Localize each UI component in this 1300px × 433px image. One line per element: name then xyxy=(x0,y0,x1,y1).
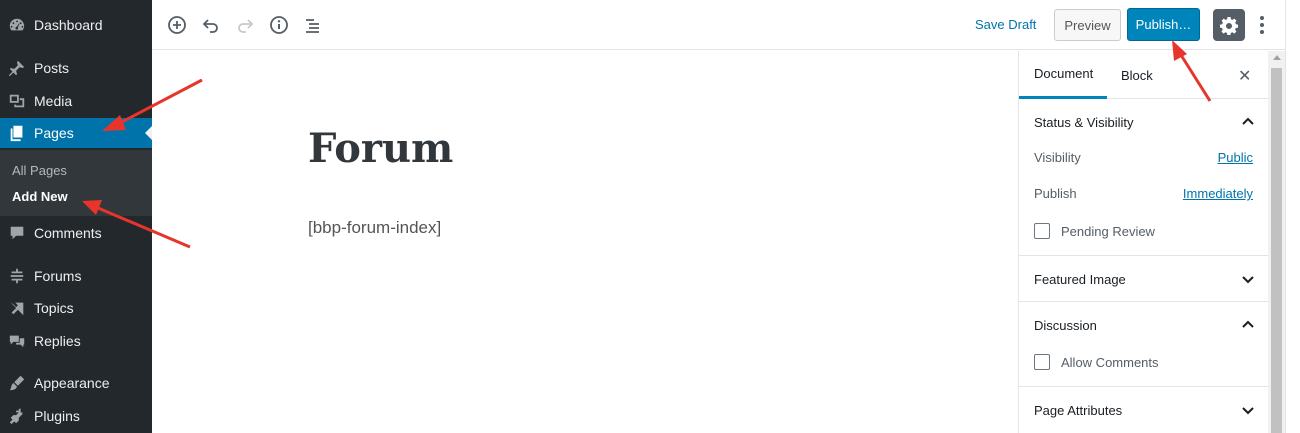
sidebar-tabs: Document Block ✕ xyxy=(1019,51,1269,99)
editor-toolbar: Save Draft Preview Publish… xyxy=(152,0,1285,50)
settings-button[interactable] xyxy=(1213,9,1245,41)
info-icon[interactable] xyxy=(267,13,291,37)
post-title[interactable]: Forum xyxy=(308,125,453,172)
submenu-add-new[interactable]: Add New xyxy=(12,189,68,204)
pages-submenu: All Pages Add New xyxy=(0,150,152,216)
visibility-label: Visibility xyxy=(1034,150,1081,165)
chevron-down-icon xyxy=(1242,407,1254,415)
more-vertical-icon xyxy=(1260,16,1264,34)
tab-block[interactable]: Block xyxy=(1121,51,1153,99)
publish-date-link[interactable]: Immediately xyxy=(1183,186,1253,201)
menu-item-pages[interactable]: Pages xyxy=(0,118,152,148)
wp-block-editor-screen: Dashboard Posts Media Pages All Pages Ad… xyxy=(0,0,1300,433)
panel-discussion[interactable]: Discussion xyxy=(1019,302,1269,348)
scroll-up-arrow-icon[interactable] xyxy=(1273,55,1281,60)
panel-featured-image[interactable]: Featured Image xyxy=(1019,256,1269,302)
pending-review-checkbox[interactable] xyxy=(1034,223,1050,239)
menu-label: Dashboard xyxy=(34,17,103,33)
allow-comments-label: Allow Comments xyxy=(1061,355,1159,370)
settings-sidebar: Document Block ✕ Status & Visibility Vis… xyxy=(1018,51,1269,433)
menu-item-plugins[interactable]: Plugins xyxy=(0,401,152,431)
dashboard-icon xyxy=(0,16,34,34)
menu-item-replies[interactable]: Replies xyxy=(0,326,152,356)
topics-icon xyxy=(0,299,34,317)
menu-item-appearance[interactable]: Appearance xyxy=(0,368,152,398)
menu-item-comments[interactable]: Comments xyxy=(0,218,152,248)
media-icon xyxy=(0,92,34,110)
menu-item-dashboard[interactable]: Dashboard xyxy=(0,10,152,40)
plug-icon xyxy=(0,407,34,425)
panel-title: Page Attributes xyxy=(1034,402,1123,418)
menu-label: Posts xyxy=(34,60,70,76)
menu-item-forums[interactable]: Forums xyxy=(0,261,152,291)
publish-button[interactable]: Publish… xyxy=(1127,8,1200,41)
more-options-button[interactable] xyxy=(1255,13,1269,37)
menu-item-media[interactable]: Media xyxy=(0,86,152,116)
redo-icon[interactable] xyxy=(233,13,257,37)
preview-button[interactable]: Preview xyxy=(1054,9,1121,41)
tab-document[interactable]: Document xyxy=(1019,51,1107,99)
menu-label: Appearance xyxy=(34,375,110,391)
menu-item-topics[interactable]: Topics xyxy=(0,293,152,323)
brush-icon xyxy=(0,374,34,392)
submenu-all-pages[interactable]: All Pages xyxy=(12,163,67,178)
pages-icon xyxy=(0,124,34,142)
menu-label: Replies xyxy=(34,333,81,349)
chevron-up-icon xyxy=(1242,117,1254,125)
close-icon[interactable]: ✕ xyxy=(1238,66,1251,86)
replies-icon xyxy=(0,332,34,350)
pin-icon xyxy=(0,59,34,77)
menu-label: Comments xyxy=(34,225,102,241)
shortcode-block[interactable]: [bbp-forum-index] xyxy=(308,218,441,238)
gear-icon xyxy=(1220,17,1238,35)
admin-sidebar: Dashboard Posts Media Pages All Pages Ad… xyxy=(0,0,152,433)
current-indicator xyxy=(145,126,152,140)
publish-label: Publish xyxy=(1034,186,1077,201)
add-block-icon[interactable] xyxy=(165,13,189,37)
panel-page-attributes[interactable]: Page Attributes xyxy=(1019,387,1269,433)
window-edge xyxy=(1285,0,1300,433)
editor-canvas: Forum [bbp-forum-index] xyxy=(152,51,1018,433)
comment-icon xyxy=(0,224,34,242)
chevron-down-icon xyxy=(1242,276,1254,284)
menu-item-posts[interactable]: Posts xyxy=(0,53,152,83)
visibility-link[interactable]: Public xyxy=(1218,150,1253,165)
panel-title: Featured Image xyxy=(1034,271,1126,287)
panel-status-visibility[interactable]: Status & Visibility xyxy=(1019,99,1269,145)
menu-label: Media xyxy=(34,93,73,109)
forums-icon xyxy=(0,267,34,285)
save-draft-button[interactable]: Save Draft xyxy=(975,17,1036,32)
sidebar-scrollbar[interactable] xyxy=(1268,51,1285,433)
pending-review-label: Pending Review xyxy=(1061,224,1155,239)
allow-comments-checkbox[interactable] xyxy=(1034,354,1050,370)
menu-label: Topics xyxy=(34,300,74,316)
menu-label: Pages xyxy=(34,125,74,141)
menu-label: Forums xyxy=(34,268,82,284)
panel-title: Status & Visibility xyxy=(1034,114,1134,130)
outline-icon[interactable] xyxy=(301,13,325,37)
undo-icon[interactable] xyxy=(199,13,223,37)
chevron-up-icon xyxy=(1242,320,1254,328)
scrollbar-thumb[interactable] xyxy=(1271,68,1282,433)
menu-label: Plugins xyxy=(34,408,80,424)
panel-title: Discussion xyxy=(1034,317,1097,333)
